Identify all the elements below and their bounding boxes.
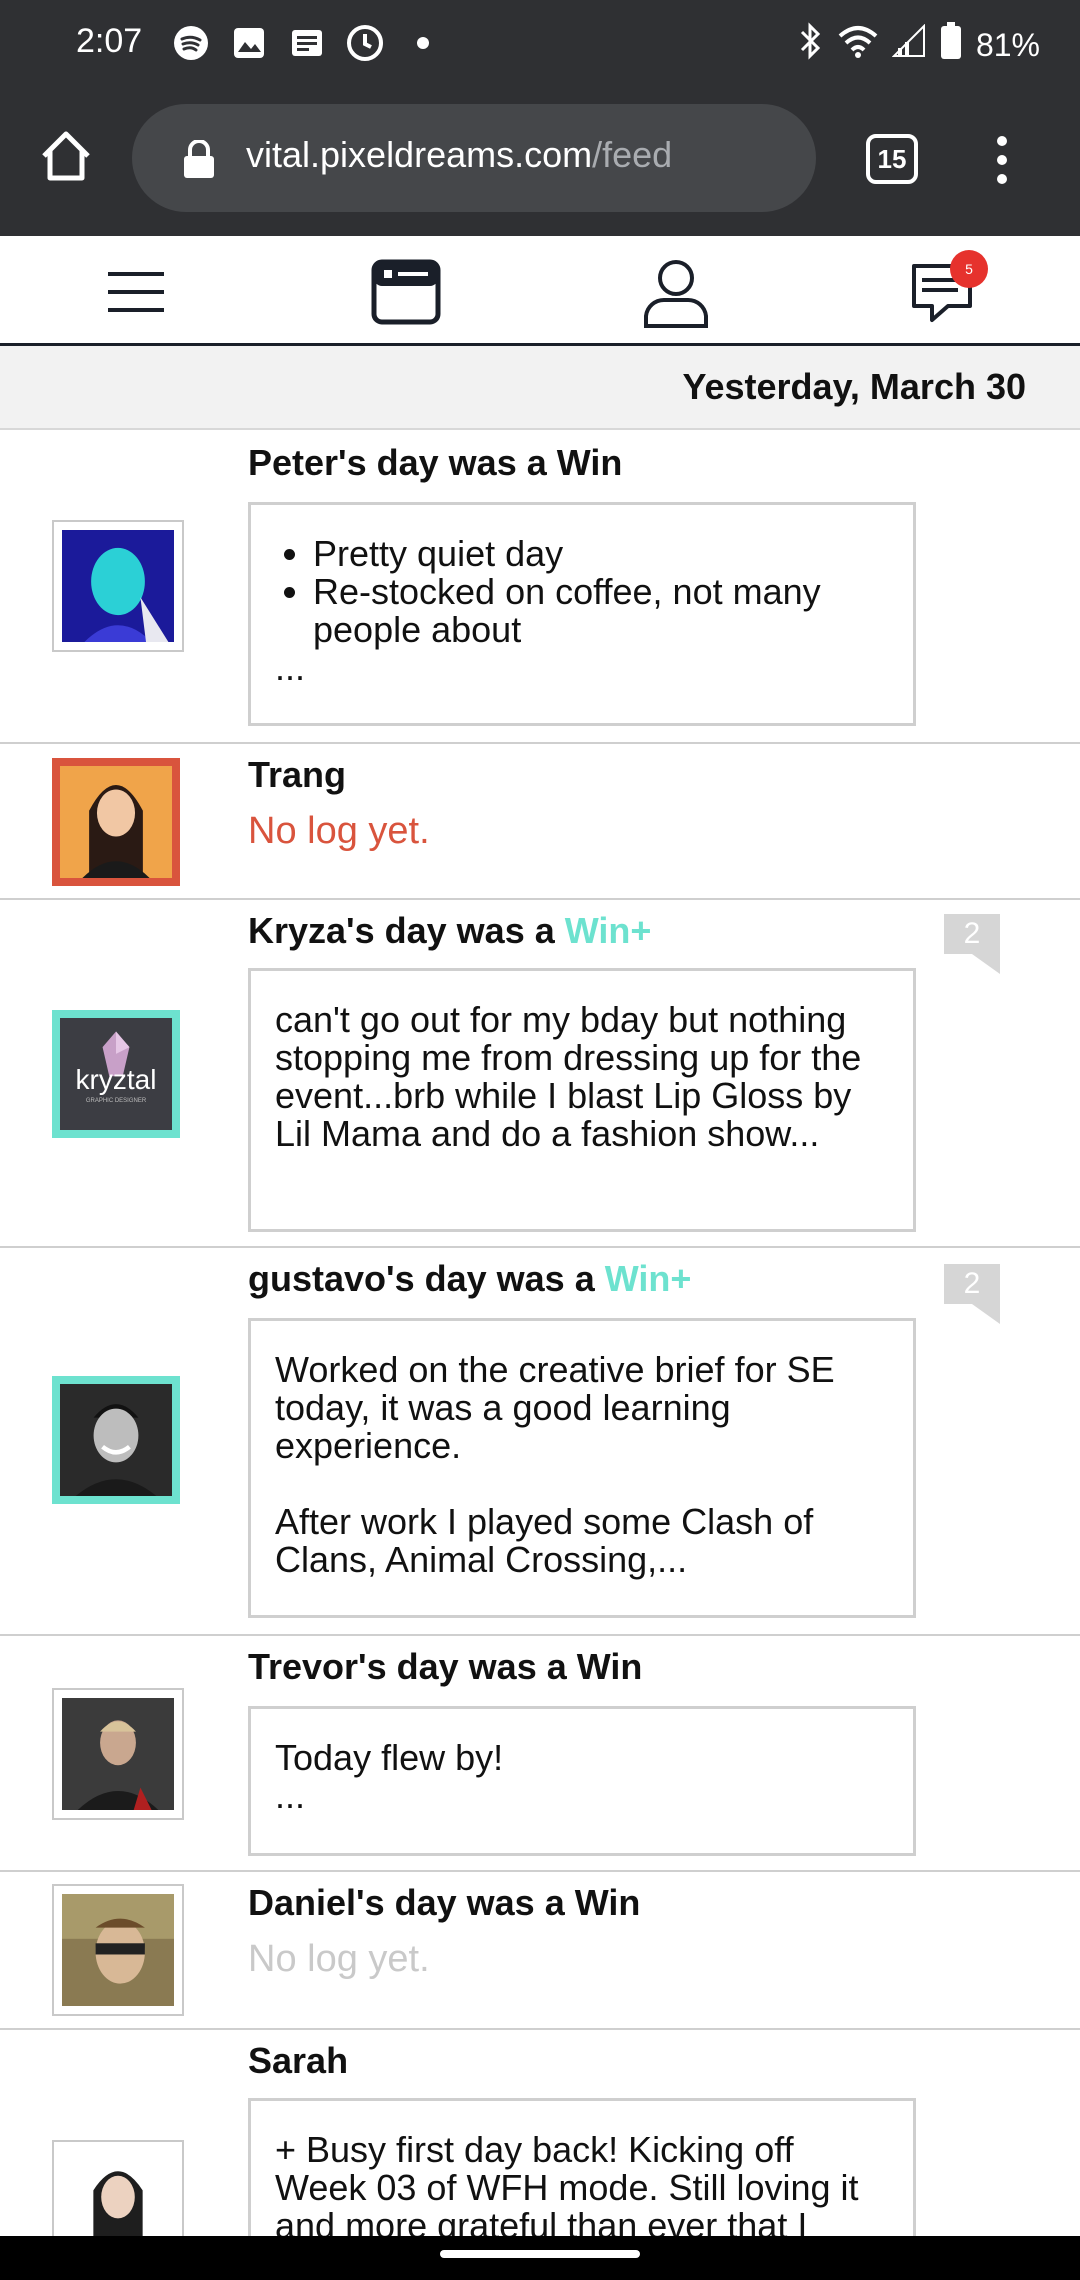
feed-card-icon[interactable] — [370, 256, 442, 328]
bluetooth-icon — [798, 22, 824, 68]
log-bullet: Pretty quiet day — [313, 535, 889, 573]
avatar[interactable] — [52, 1376, 180, 1504]
log-bullet: Re-stocked on coffee, not many people ab… — [313, 573, 889, 649]
status-time: 2:07 — [76, 22, 143, 60]
feed-entry[interactable]: Daniel's day was a Win No log yet. — [0, 1872, 1080, 2030]
comment-count-badge[interactable]: 2 — [944, 1264, 1000, 1326]
comment-count-badge[interactable]: 2 — [944, 914, 1000, 976]
avatar-logo-text: kryztal — [75, 1064, 157, 1095]
url-host: vital.pixeldreams.com — [246, 134, 593, 175]
tab-switcher-button[interactable]: 15 — [866, 134, 918, 184]
image-icon — [230, 24, 268, 62]
overflow-menu-icon[interactable] — [994, 136, 1010, 186]
battery-percent: 81% — [975, 26, 1040, 63]
avatar[interactable] — [52, 1884, 184, 2016]
comment-count: 2 — [944, 914, 1000, 954]
log-text: + Busy first day back! Kicking off Week … — [275, 2129, 859, 2237]
avatar[interactable] — [52, 520, 184, 652]
avatar[interactable]: kryztal GRAPHIC DESIGNER — [52, 1010, 180, 1138]
avatar[interactable] — [52, 758, 180, 886]
log-preview[interactable]: Today flew by! ... — [248, 1706, 916, 1856]
log-text: Worked on the creative brief for SE toda… — [275, 1349, 835, 1466]
hamburger-menu-icon[interactable] — [100, 256, 172, 328]
log-text: can't go out for my bday but nothing sto… — [275, 999, 862, 1154]
no-log-status: No log yet. — [248, 810, 430, 852]
url-text: vital.pixeldreams.com/feed — [246, 134, 672, 176]
dot-icon — [404, 24, 442, 62]
log-preview[interactable]: Worked on the creative brief for SE toda… — [248, 1318, 916, 1618]
log-preview[interactable]: Pretty quiet day Re-stocked on coffee, n… — [248, 502, 916, 726]
feed-entry[interactable]: kryztal GRAPHIC DESIGNER Kryza's day was… — [0, 900, 1080, 1248]
status-bar: 2:07 81% — [0, 0, 1080, 90]
feed-entry[interactable]: Trang No log yet. — [0, 744, 1080, 900]
notification-badge: 5 — [950, 250, 988, 288]
battery-icon — [940, 22, 962, 68]
log-text: Today flew by! — [275, 1737, 504, 1778]
lock-icon — [182, 139, 216, 178]
date-header: Yesterday, March 30 — [0, 346, 1080, 430]
address-bar[interactable]: vital.pixeldreams.com/feed — [132, 104, 816, 212]
entry-title: Kryza's day was a Win+ — [248, 910, 651, 952]
log-ellipsis: ... — [275, 647, 306, 688]
log-text: After work I played some Clash of Clans,… — [275, 1501, 814, 1580]
win-plus-label: Win+ — [564, 910, 652, 951]
entry-title: Daniel's day was a Win — [248, 1882, 641, 1923]
avatar[interactable] — [52, 1688, 184, 1820]
avatar[interactable] — [52, 2140, 184, 2236]
feed-entry[interactable]: Peter's day was a Win Pretty quiet day R… — [0, 430, 1080, 744]
feed-entry[interactable]: gustavo's day was a Win+ 2 Worked on the… — [0, 1248, 1080, 1636]
win-plus-label: Win+ — [604, 1258, 692, 1299]
profile-icon[interactable] — [640, 256, 712, 328]
entry-title: Trevor's day was a Win — [248, 1646, 643, 1687]
avatar-logo-tagline: GRAPHIC DESIGNER — [85, 1098, 147, 1104]
home-icon[interactable] — [38, 128, 94, 184]
entry-title: Trang — [248, 754, 347, 795]
date-header-label: Yesterday, March 30 — [682, 366, 1026, 407]
signal-icon — [891, 23, 926, 66]
entry-title: Peter's day was a Win — [248, 442, 623, 483]
log-preview[interactable]: can't go out for my bday but nothing sto… — [248, 968, 916, 1232]
app-navbar: 5 — [0, 236, 1080, 346]
feed-entry[interactable]: Sarah + Busy first day back! Kicking off… — [0, 2030, 1080, 2236]
spotify-icon — [172, 24, 210, 62]
wifi-icon — [838, 24, 878, 66]
clock-icon — [346, 24, 384, 62]
entry-title: gustavo's day was a Win+ — [248, 1258, 691, 1300]
comment-count: 2 — [944, 1264, 1000, 1304]
entry-title: Sarah — [248, 2040, 349, 2081]
url-path: /feed — [592, 134, 673, 175]
log-preview[interactable]: + Busy first day back! Kicking off Week … — [248, 2098, 916, 2236]
news-icon — [288, 24, 326, 62]
entry-title-prefix: Kryza's day was a — [248, 910, 565, 951]
no-log-status: No log yet. — [248, 1938, 430, 1980]
home-gesture-handle[interactable] — [440, 2250, 640, 2258]
gesture-navigation-bar — [0, 2236, 1080, 2280]
log-ellipsis: ... — [275, 1775, 306, 1816]
browser-toolbar: vital.pixeldreams.com/feed 15 — [0, 90, 1080, 236]
feed-entry[interactable]: Trevor's day was a Win Today flew by! ..… — [0, 1636, 1080, 1872]
entry-title-prefix: gustavo's day was a — [248, 1258, 605, 1299]
